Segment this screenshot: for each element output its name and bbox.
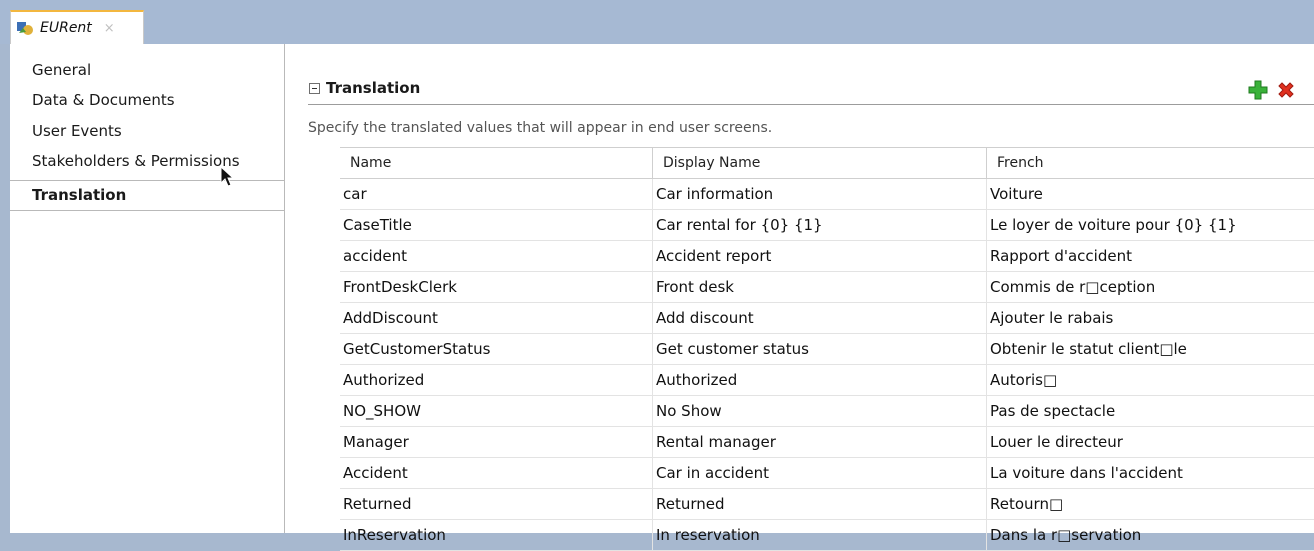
cell-french[interactable]: Voiture — [986, 179, 1314, 209]
table-row[interactable]: GetCustomerStatus Get customer status Obte… — [340, 334, 1314, 365]
minus-box-icon[interactable] — [309, 83, 320, 94]
cell-french[interactable]: Ajouter le rabais — [986, 303, 1314, 333]
cell-display-name[interactable]: Front desk — [652, 272, 986, 302]
editor-content: General Data & Documents User Events Sta… — [10, 44, 1314, 551]
editor-tabbar: EURent × — [0, 0, 1314, 44]
cell-french[interactable]: Rapport d'accident — [986, 241, 1314, 271]
cell-display-name[interactable]: Get customer status — [652, 334, 986, 364]
table-row[interactable]: Returned Returned Retourn□ — [340, 489, 1314, 520]
cell-display-name[interactable]: Add discount — [652, 303, 986, 333]
sidebar: General Data & Documents User Events Sta… — [10, 44, 285, 533]
editor-tab-title: EURent — [40, 20, 92, 36]
cell-display-name[interactable]: In reservation — [652, 520, 986, 550]
cell-name[interactable]: Accident — [340, 458, 652, 488]
table-body: car Car information Voiture CaseTitle Car re… — [340, 179, 1314, 551]
editor-tab-eurent[interactable]: EURent × — [10, 10, 144, 44]
sidebar-item-data-documents[interactable]: Data & Documents — [10, 86, 284, 114]
column-header-display-name[interactable]: Display Name — [652, 148, 986, 178]
cell-french[interactable]: Pas de spectacle — [986, 396, 1314, 426]
cell-display-name[interactable]: Accident report — [652, 241, 986, 271]
cell-name[interactable]: AddDiscount — [340, 303, 652, 333]
cell-name[interactable]: InReservation — [340, 520, 652, 550]
cell-display-name[interactable]: Car rental for {0} {1} — [652, 210, 986, 240]
cell-french[interactable]: Autoris□ — [986, 365, 1314, 395]
translation-table: Name Display Name French car Car informat… — [340, 147, 1314, 551]
cell-name[interactable]: CaseTitle — [340, 210, 652, 240]
app-icon — [17, 22, 33, 35]
cell-display-name[interactable]: Rental manager — [652, 427, 986, 457]
section-header: Translation — [308, 78, 1314, 105]
sidebar-item-stakeholders-permissions[interactable]: Stakeholders & Permissions — [10, 147, 284, 175]
cell-name[interactable]: car — [340, 179, 652, 209]
sidebar-divider — [284, 44, 285, 180]
sidebar-item-translation[interactable]: Translation — [10, 180, 285, 211]
table-header: Name Display Name French — [340, 147, 1314, 179]
cell-display-name[interactable]: Returned — [652, 489, 986, 519]
table-row[interactable]: CaseTitle Car rental for {0} {1} Le loyer … — [340, 210, 1314, 241]
cell-french[interactable]: Retourn□ — [986, 489, 1314, 519]
table-row[interactable]: accident Accident report Rapport d'acciden… — [340, 241, 1314, 272]
cell-name[interactable]: NO_SHOW — [340, 396, 652, 426]
plus-icon[interactable] — [1248, 80, 1268, 100]
table-row[interactable]: Authorized Authorized Autoris□ — [340, 365, 1314, 396]
cell-name[interactable]: FrontDeskClerk — [340, 272, 652, 302]
cell-french[interactable]: La voiture dans l'accident — [986, 458, 1314, 488]
cell-french[interactable]: Louer le directeur — [986, 427, 1314, 457]
cell-display-name[interactable]: Car information — [652, 179, 986, 209]
cell-name[interactable]: Authorized — [340, 365, 652, 395]
cell-name[interactable]: Returned — [340, 489, 652, 519]
cell-name[interactable]: Manager — [340, 427, 652, 457]
cell-french[interactable]: Commis de r□ception — [986, 272, 1314, 302]
cell-display-name[interactable]: No Show — [652, 396, 986, 426]
table-row[interactable]: car Car information Voiture — [340, 179, 1314, 210]
column-header-french[interactable]: French — [986, 148, 1314, 178]
cell-french[interactable]: Obtenir le statut client□le — [986, 334, 1314, 364]
close-icon[interactable]: × — [104, 21, 115, 36]
table-row[interactable]: InReservation In reservation Dans la r□ser… — [340, 520, 1314, 551]
sidebar-item-user-events[interactable]: User Events — [10, 117, 284, 145]
cell-french[interactable]: Le loyer de voiture pour {0} {1} — [986, 210, 1314, 240]
table-row[interactable]: AddDiscount Add discount Ajouter le rabais — [340, 303, 1314, 334]
sidebar-divider — [284, 210, 285, 533]
table-row[interactable]: NO_SHOW No Show Pas de spectacle — [340, 396, 1314, 427]
mouse-pointer-icon — [220, 166, 235, 187]
cell-display-name[interactable]: Car in accident — [652, 458, 986, 488]
x-icon[interactable] — [1276, 80, 1296, 100]
sidebar-item-general[interactable]: General — [10, 56, 284, 84]
cell-french[interactable]: Dans la r□servation — [986, 520, 1314, 550]
cell-name[interactable]: GetCustomerStatus — [340, 334, 652, 364]
section-title: Translation — [326, 79, 421, 97]
section-description: Specify the translated values that will … — [308, 120, 773, 136]
column-header-name[interactable]: Name — [340, 148, 652, 178]
cell-display-name[interactable]: Authorized — [652, 365, 986, 395]
translation-panel: Translation Specify the translated value… — [300, 44, 1314, 551]
table-row[interactable]: Manager Rental manager Louer le directeur — [340, 427, 1314, 458]
table-row[interactable]: Accident Car in accident La voiture dans l… — [340, 458, 1314, 489]
table-row[interactable]: FrontDeskClerk Front desk Commis de r□cept… — [340, 272, 1314, 303]
cell-name[interactable]: accident — [340, 241, 652, 271]
